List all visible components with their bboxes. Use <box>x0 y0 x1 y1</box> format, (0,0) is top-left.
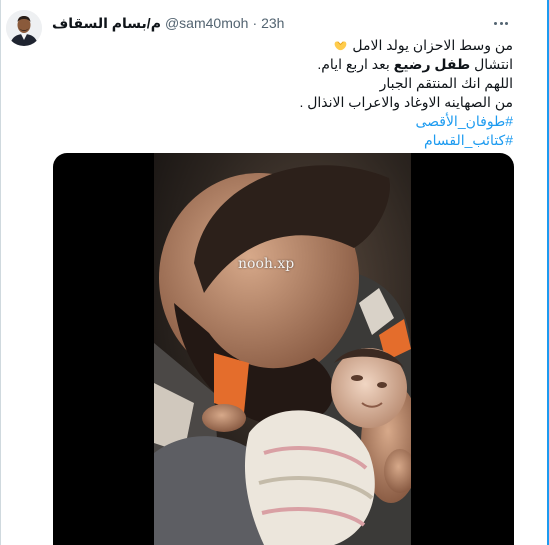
tweet-line-2-after: بعد اربع ايام. <box>317 56 390 72</box>
ellipsis-icon <box>494 21 498 25</box>
avatar[interactable] <box>6 10 42 46</box>
video-player[interactable]: nooh.xp <box>53 153 514 545</box>
video-still-image <box>154 153 411 545</box>
user-avatar-image <box>6 10 42 46</box>
tweet-line-4: من الصهاينه الاوغاد والاعراب الانذال . <box>299 94 513 110</box>
heart-hands-emoji-icon <box>335 41 347 51</box>
tweet-line-2: انتشال طفل رضيع بعد اربع ايام. <box>60 55 513 74</box>
user-handle[interactable]: @sam40moh <box>165 15 248 31</box>
tweet-line-1: من وسط الاحزان يولد الامل <box>60 36 513 55</box>
hashtag-link-2[interactable]: #كتائب_القسام <box>424 132 513 148</box>
tweet-line-2-before: انتشال <box>474 56 513 72</box>
tweet-line-2-bold: طفل رضيع <box>393 56 471 72</box>
timestamp[interactable]: 23h <box>261 15 284 31</box>
tweet-line-1-text: من وسط الاحزان يولد الامل <box>352 37 513 53</box>
video-watermark: nooh.xp <box>238 256 295 272</box>
hashtag-link-1[interactable]: #طوفان_الأقصى <box>415 113 513 129</box>
separator-dot: · <box>252 15 258 31</box>
tweet-header: م/بسام السقاف @sam40moh · 23h <box>52 13 489 33</box>
more-options-button[interactable] <box>491 13 511 33</box>
display-name[interactable]: م/بسام السقاف <box>52 15 161 32</box>
tweet-text: من وسط الاحزان يولد الامل انتشال طفل رضي… <box>60 36 513 150</box>
tweet-card[interactable]: م/بسام السقاف @sam40moh · 23h من وسط الا… <box>0 0 549 545</box>
video-frame <box>154 153 411 545</box>
tweet-line-3: اللهم انك المنتقم الجبار <box>379 75 513 91</box>
timeline-border <box>0 0 1 545</box>
